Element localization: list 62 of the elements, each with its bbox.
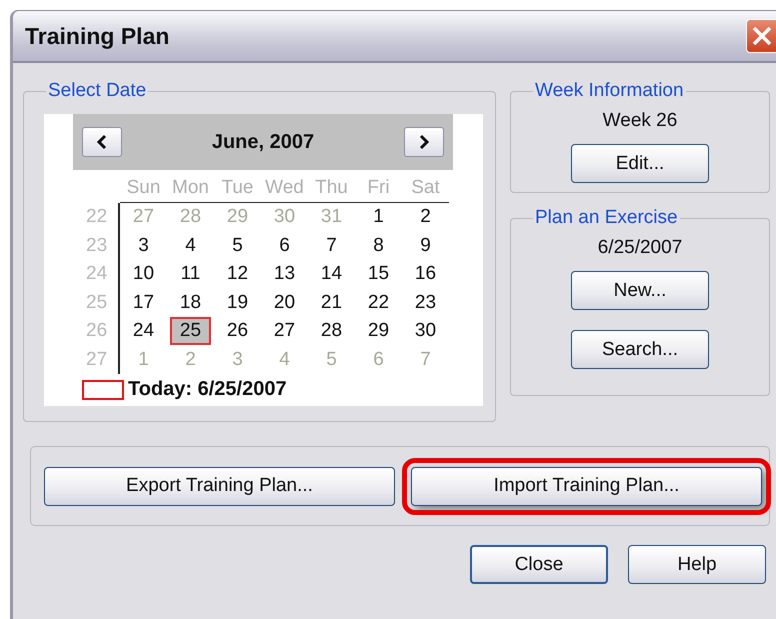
calendar-day[interactable]: 9: [414, 234, 437, 258]
close-icon: [750, 25, 772, 47]
group-title: Week Information: [534, 80, 685, 102]
weekday-label: Fri: [355, 174, 402, 203]
calendar-day[interactable]: 27: [268, 319, 302, 343]
calendar-day[interactable]: 18: [174, 290, 208, 314]
weekday-label: Wed: [261, 174, 308, 203]
week-number: 22: [82, 203, 120, 232]
calendar-day[interactable]: 11: [174, 262, 206, 286]
calendar-day[interactable]: 4: [179, 234, 202, 258]
today-marker-icon: [82, 380, 124, 400]
calendar-day[interactable]: 8: [367, 234, 390, 258]
calendar-day[interactable]: 17: [126, 290, 160, 314]
calendar-day[interactable]: 21: [314, 290, 348, 314]
calendar-day[interactable]: 15: [362, 262, 396, 286]
calendar-day[interactable]: 29: [362, 319, 396, 343]
week-label: Week 26: [602, 110, 678, 132]
calendar-day[interactable]: 6: [273, 234, 296, 258]
calendar-day[interactable]: 23: [408, 290, 442, 314]
weekday-label: Sun: [120, 174, 167, 203]
today-label[interactable]: Today: 6/25/2007: [128, 378, 287, 401]
group-title: Plan an Exercise: [534, 207, 679, 229]
previous-month-button[interactable]: [82, 127, 122, 157]
close-dialog-button[interactable]: Close: [470, 545, 608, 584]
week-number: 24: [82, 260, 120, 288]
close-button[interactable]: [746, 19, 776, 53]
calendar-day[interactable]: 5: [226, 234, 249, 258]
window-title: Training Plan: [25, 22, 170, 50]
calendar-day[interactable]: 19: [220, 290, 254, 314]
calendar-day[interactable]: 16: [408, 262, 442, 286]
calendar-day[interactable]: 3: [132, 234, 155, 258]
calendar-day[interactable]: 10: [126, 262, 160, 286]
new-button[interactable]: New...: [571, 271, 709, 310]
week-number: 25: [82, 288, 120, 317]
next-month-button[interactable]: [404, 127, 444, 157]
calendar-day[interactable]: 25: [170, 317, 212, 345]
calendar-day[interactable]: 30: [408, 319, 442, 343]
search-button[interactable]: Search...: [571, 330, 709, 369]
calendar-day[interactable]: 26: [220, 319, 254, 343]
weekday-label: Tue: [214, 174, 261, 203]
calendar-day[interactable]: 7: [320, 234, 343, 258]
date-label: 6/25/2007: [598, 237, 682, 259]
calendar-day[interactable]: 28: [314, 319, 348, 343]
calendar-day[interactable]: 14: [314, 262, 348, 286]
week-number: 27: [82, 346, 120, 374]
calendar-day[interactable]: 1: [367, 205, 390, 229]
month-title: June, 2007: [212, 130, 314, 154]
calendar-day[interactable]: 20: [268, 290, 302, 314]
export-button[interactable]: Export Training Plan...: [44, 466, 395, 506]
calendar-day[interactable]: 24: [126, 319, 160, 343]
edit-button[interactable]: Edit...: [571, 144, 709, 183]
weekday-label: Thu: [308, 174, 355, 203]
week-number: 23: [82, 232, 120, 260]
calendar-day[interactable]: 2: [414, 205, 437, 229]
help-button[interactable]: Help: [628, 545, 766, 584]
group-title: Select Date: [47, 80, 148, 102]
week-number: 26: [82, 317, 120, 346]
weekday-label: Sat: [402, 174, 449, 203]
calendar-day[interactable]: 13: [268, 262, 302, 286]
weekday-label: Mon: [167, 174, 214, 203]
calendar-day[interactable]: 12: [220, 262, 254, 286]
calendar-day[interactable]: 22: [362, 290, 396, 314]
